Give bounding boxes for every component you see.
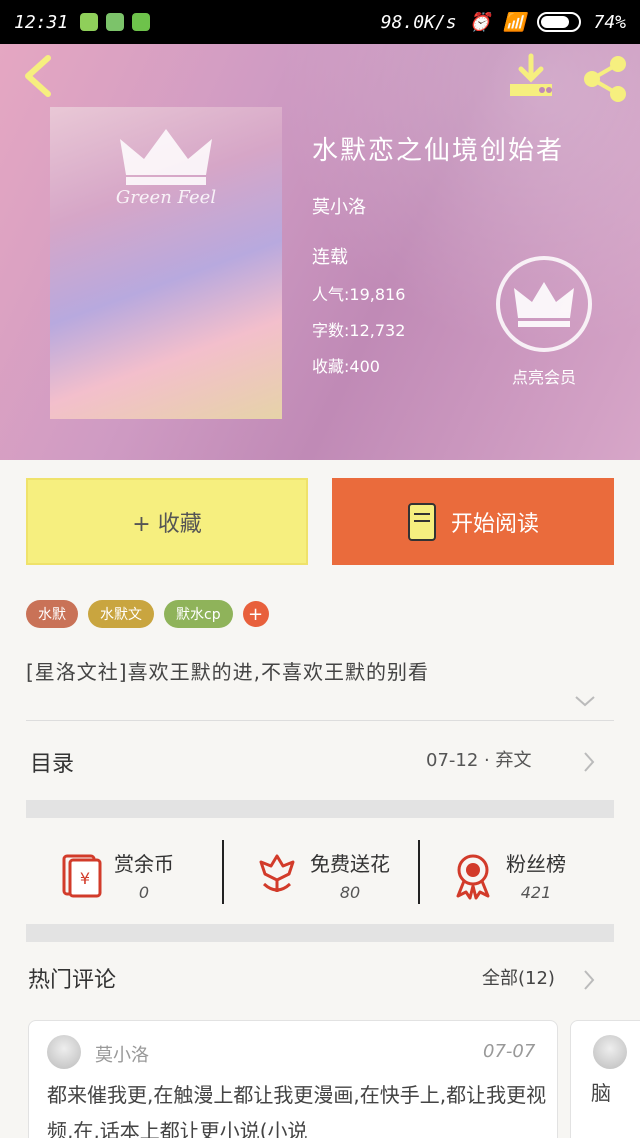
support-stats: ¥ 赏余币 0 免费送花 80 粉丝榜 421 [26, 830, 614, 920]
add-tag-button[interactable]: + [242, 601, 269, 627]
comment-text: 脑 [591, 1081, 611, 1105]
book-cover[interactable]: Green Feel [50, 107, 282, 419]
stat-value: 421 [520, 883, 552, 902]
book-icon [407, 502, 436, 541]
comment-card[interactable]: 莫小洛 07-07 都来催我更,在触漫上都让我更漫画,在快手上,都让我更视频,在… [28, 1020, 558, 1138]
vip-crown-icon[interactable] [494, 254, 594, 354]
wifi-icon: 📶 [503, 11, 526, 33]
back-icon[interactable] [18, 52, 58, 100]
book-title: 水默恋之仙境创始者 [312, 136, 565, 166]
start-reading-button[interactable]: 开始阅读 [332, 478, 614, 565]
latest-chapter-info[interactable]: 07-12 · 弃文 [426, 746, 531, 772]
hot-comments-label: 热门评论 [28, 968, 117, 993]
free-flower-button[interactable]: 免费送花 80 [222, 830, 418, 920]
svg-text:¥: ¥ [80, 869, 90, 888]
fan-ranking-button[interactable]: 粉丝榜 421 [418, 830, 614, 920]
flower-icon [259, 854, 295, 892]
crown-icon [120, 129, 212, 185]
network-speed: 98.0K/s [380, 11, 457, 33]
stat-label: 粉丝榜 [506, 852, 566, 876]
reward-coins-button[interactable]: ¥ 赏余币 0 [26, 830, 222, 920]
tag-item[interactable]: 默水cp [164, 600, 233, 628]
red-envelope-icon: ¥ [62, 854, 102, 898]
section-separator [26, 800, 614, 818]
tag-item[interactable]: 水默文 [88, 600, 154, 628]
comment-author[interactable]: 莫小洛 [95, 1041, 149, 1067]
avatar[interactable] [47, 1035, 81, 1069]
vip-label[interactable]: 点亮会员 [486, 364, 602, 388]
chevron-right-icon[interactable] [582, 968, 596, 992]
app-notification-icon [80, 13, 99, 31]
section-separator [26, 924, 614, 942]
add-to-favorites-button[interactable]: + 收藏 [26, 478, 308, 565]
book-author[interactable]: 莫小洛 [312, 193, 564, 219]
comment-text: 都来催我更,在触漫上都让我更漫画,在快手上,都让我更视频,在,话本上都让更小说(… [47, 1083, 547, 1138]
tag-list: 水默 水默文 默水cp + [26, 600, 269, 628]
wechat-icon [132, 13, 151, 31]
notification-icons [80, 13, 151, 31]
table-of-contents-label[interactable]: 目录 [30, 746, 74, 778]
battery-level: 74% [593, 11, 626, 33]
app-notification-icon [106, 13, 125, 31]
comment-card[interactable]: 脑 [570, 1020, 640, 1138]
status-time: 12:31 [14, 11, 69, 33]
download-icon[interactable] [506, 52, 556, 102]
stat-value: 80 [339, 883, 361, 902]
comment-date: 07-07 [483, 1041, 536, 1062]
stat-value: 0 [138, 883, 150, 902]
share-icon[interactable] [580, 54, 630, 104]
battery-icon [537, 12, 582, 32]
cover-title: Green Feel [115, 187, 217, 208]
chevron-down-icon[interactable] [574, 694, 596, 708]
alarm-icon: ⏰ [468, 11, 492, 33]
start-reading-label: 开始阅读 [450, 511, 539, 537]
divider [26, 720, 614, 721]
avatar[interactable] [593, 1035, 627, 1069]
stat-label: 免费送花 [310, 852, 390, 876]
tag-item[interactable]: 水默 [26, 600, 78, 628]
all-comments-link[interactable]: 全部(12) [482, 964, 555, 990]
medal-icon [456, 854, 490, 900]
chevron-right-icon[interactable] [582, 750, 596, 774]
book-description: [星洛文社]喜欢王默的进,不喜欢王默的别看 [26, 660, 429, 684]
stat-label: 赏余币 [114, 852, 174, 876]
status-bar: 12:31 98.0K/s ⏰ 📶 74% [0, 0, 640, 44]
